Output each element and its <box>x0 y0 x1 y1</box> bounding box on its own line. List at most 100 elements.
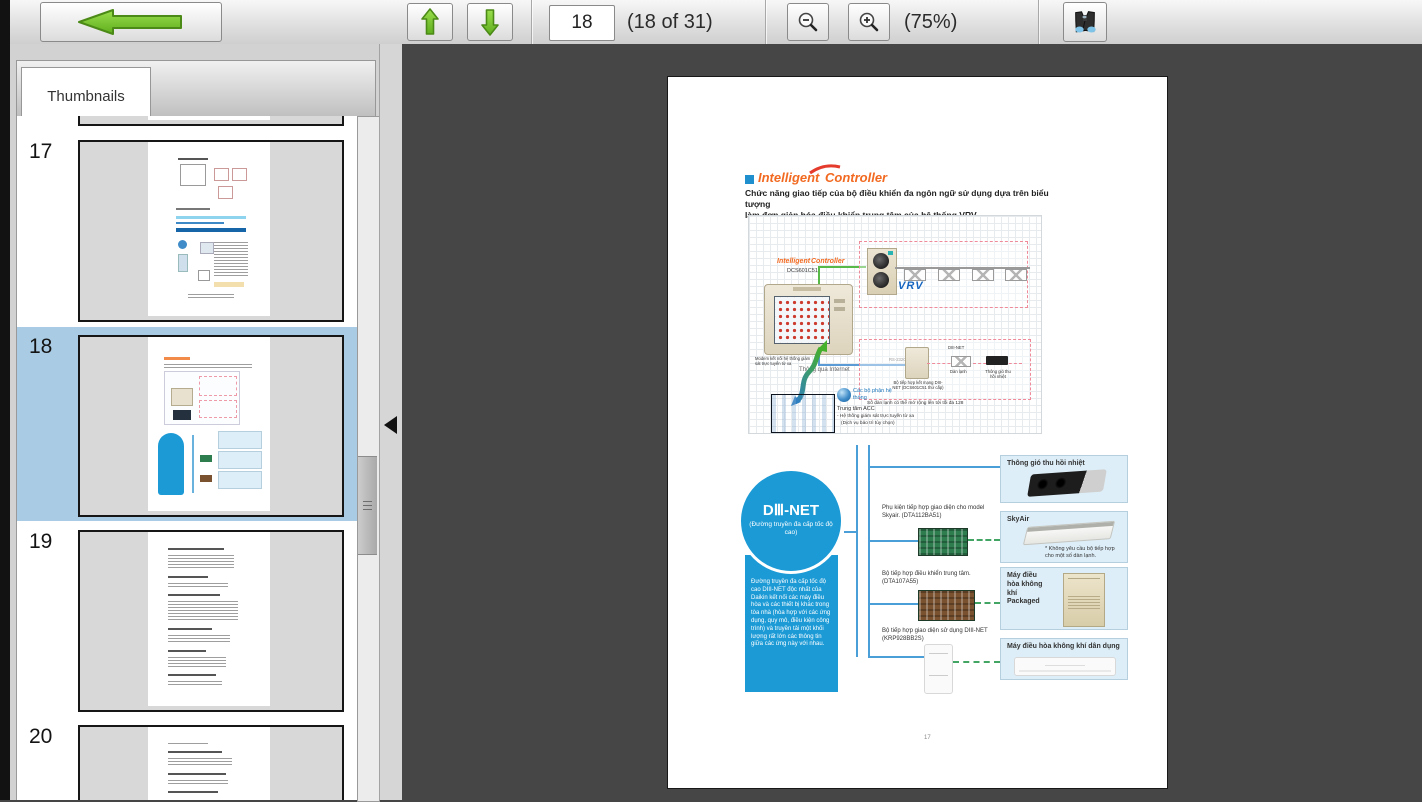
toolbar-separator <box>1038 0 1039 44</box>
vrv-label: VRV <box>898 280 924 292</box>
logo-swoosh-icon <box>808 163 842 175</box>
thumbnail-number: 18 <box>29 335 52 359</box>
skyair-box-title: SkyAir <box>1007 516 1029 525</box>
interface-adapter-label: Bộ tiếp hợp giao diện sử dụng DIII-NET (… <box>882 628 1006 644</box>
page-up-icon <box>420 7 440 37</box>
thumbnail-page-image <box>148 532 270 706</box>
packaged-info-box: Máy điều hòa không khí Packaged <box>1000 567 1128 630</box>
search-button[interactable] <box>1063 2 1107 42</box>
thumbnail-row-19: 19 <box>17 522 357 716</box>
expansion-note: Số dàn lạnh có thể mở rộng lên tới tối đ… <box>867 401 963 407</box>
acc-note-1: - Hệ thống giám sát trực tuyến từ xa <box>837 414 914 420</box>
thumbnail-page-image <box>148 142 270 316</box>
thumbnail-number: 17 <box>29 140 52 164</box>
toolbar: (18 of 31) (75%) <box>10 0 1422 45</box>
globe-icon <box>837 388 851 402</box>
zoom-in-icon <box>857 10 881 34</box>
dashed-connector <box>968 539 1000 541</box>
controller-screen <box>774 296 830 344</box>
document-canvas[interactable]: Intelligent Controller Chức năng giao ti… <box>402 44 1422 800</box>
zoom-out-icon <box>796 10 820 34</box>
sidebar: Thumbnails 17 <box>10 44 402 800</box>
monitor-label: Các bộ phận hệ thống <box>853 388 897 402</box>
adapter-caption: Bộ tiếp hợp kết mạng DIII-NET (DCS601C51… <box>892 380 944 391</box>
bus-line <box>868 656 926 658</box>
sidebar-collapse-handle[interactable] <box>379 44 404 800</box>
skyair-adapter-pcb <box>918 528 968 556</box>
thumbnail-page-19[interactable] <box>78 530 344 712</box>
bus-line <box>868 445 870 657</box>
toolbar-separator <box>531 0 532 44</box>
back-button[interactable] <box>40 2 222 42</box>
skyair-info-box: SkyAir * Không yêu cầu bộ tiếp hợp cho m… <box>1000 511 1128 563</box>
thumbnail-page-16-partial[interactable] <box>78 116 344 126</box>
zoom-in-button[interactable] <box>848 3 890 41</box>
window-edge <box>0 0 10 800</box>
section-bullet <box>745 175 754 184</box>
indoor-unit-icon <box>972 269 994 281</box>
scrollbar-thumb[interactable] <box>358 456 377 555</box>
thumbnail-page-image <box>148 337 270 511</box>
residential-info-box: Máy điều hòa không khí dân dụng <box>1000 638 1128 680</box>
zoom-out-button[interactable] <box>787 3 829 41</box>
residential-product-image <box>1014 657 1116 676</box>
diii-net-badge: DⅢ-NET (Đường truyền đa cấp tốc độ cao) <box>738 468 844 574</box>
hrv-product-image <box>1027 469 1107 497</box>
bus-line <box>868 603 920 605</box>
thumbnail-row-20: 20 <box>17 717 357 800</box>
indoor-unit-icon <box>1005 269 1027 281</box>
thumbnail-row-18-selected: 18 <box>17 327 357 521</box>
skyair-adapter-label: Phụ kiện tiếp hợp giao diện cho model Sk… <box>882 505 992 521</box>
thumbnail-list: 17 <box>16 116 357 800</box>
diagram-logo-intelligent: Intelligent <box>777 258 810 265</box>
thumbnail-page-image <box>148 727 270 800</box>
vrv-outdoor-unit <box>867 248 897 295</box>
skyair-product-image <box>1023 521 1115 546</box>
search-binoculars-icon <box>1071 9 1099 35</box>
collapse-arrow-icon <box>384 416 397 434</box>
hrv-caption: Thông gió thu hồi nhiệt <box>982 369 1014 380</box>
central-adapter-label: Bộ tiếp hợp điều khiển trung tâm. (DTA10… <box>882 571 996 587</box>
hrv-unit-icon <box>986 356 1008 365</box>
controller-model-label: DCS601C51 <box>787 268 818 275</box>
sidebar-tabstrip: Thumbnails <box>16 60 376 118</box>
interface-adapter-device <box>924 644 953 694</box>
thumbnail-row-17: 17 <box>17 132 357 326</box>
acc-center-label: Trung tâm ACC <box>837 406 875 413</box>
system-diagram: Intelligent Controller DCS601C51 <box>748 215 1042 434</box>
previous-page-button[interactable] <box>407 3 453 41</box>
toolbar-separator <box>765 0 766 44</box>
tab-thumbnails-label: Thumbnails <box>47 88 125 105</box>
page-down-icon <box>480 7 500 37</box>
page-footer-number: 17 <box>924 735 931 743</box>
acc-note-2: (Dịch vụ bảo trì tùy chọn) <box>841 421 895 427</box>
packaged-product-image <box>1063 573 1105 627</box>
next-page-button[interactable] <box>467 3 513 41</box>
diii-net-subtitle: (Đường truyền đa cấp tốc độ cao) <box>749 521 833 538</box>
diii-net-line-label: DIII-NET <box>948 345 964 350</box>
indoor-unit-caption: Dàn lạnh <box>950 369 967 374</box>
indoor-unit-icon <box>938 269 960 281</box>
bus-line <box>868 540 920 542</box>
thumbnail-number: 19 <box>29 530 52 554</box>
dashed-connector <box>975 602 1000 604</box>
sidebar-scrollbar[interactable] <box>357 116 380 802</box>
thumbnail-page-18[interactable] <box>78 335 344 517</box>
page-number-input[interactable] <box>549 5 615 41</box>
thumbnail-number: 20 <box>29 725 52 749</box>
monitoring-center-photo <box>771 394 835 433</box>
zoom-level-label: (75%) <box>904 0 957 44</box>
diii-net-title: DⅢ-NET <box>741 501 841 519</box>
diii-net-adapter-device <box>905 347 929 379</box>
indoor-unit-icon <box>951 356 971 367</box>
thumbnail-page-20[interactable] <box>78 725 344 800</box>
bus-line <box>856 445 858 657</box>
pdf-page: Intelligent Controller Chức năng giao ti… <box>668 77 1167 788</box>
hrv-info-box: Thông gió thu hồi nhiệt <box>1000 455 1128 503</box>
connector-line <box>818 266 820 284</box>
bus-line <box>868 466 1000 468</box>
central-adapter-pcb <box>918 590 975 621</box>
thumbnail-page-17[interactable] <box>78 140 344 322</box>
diagram-logo-controller: Controller <box>811 258 844 265</box>
skyair-box-note: * Không yêu cầu bộ tiếp hợp cho một số d… <box>1045 546 1123 560</box>
